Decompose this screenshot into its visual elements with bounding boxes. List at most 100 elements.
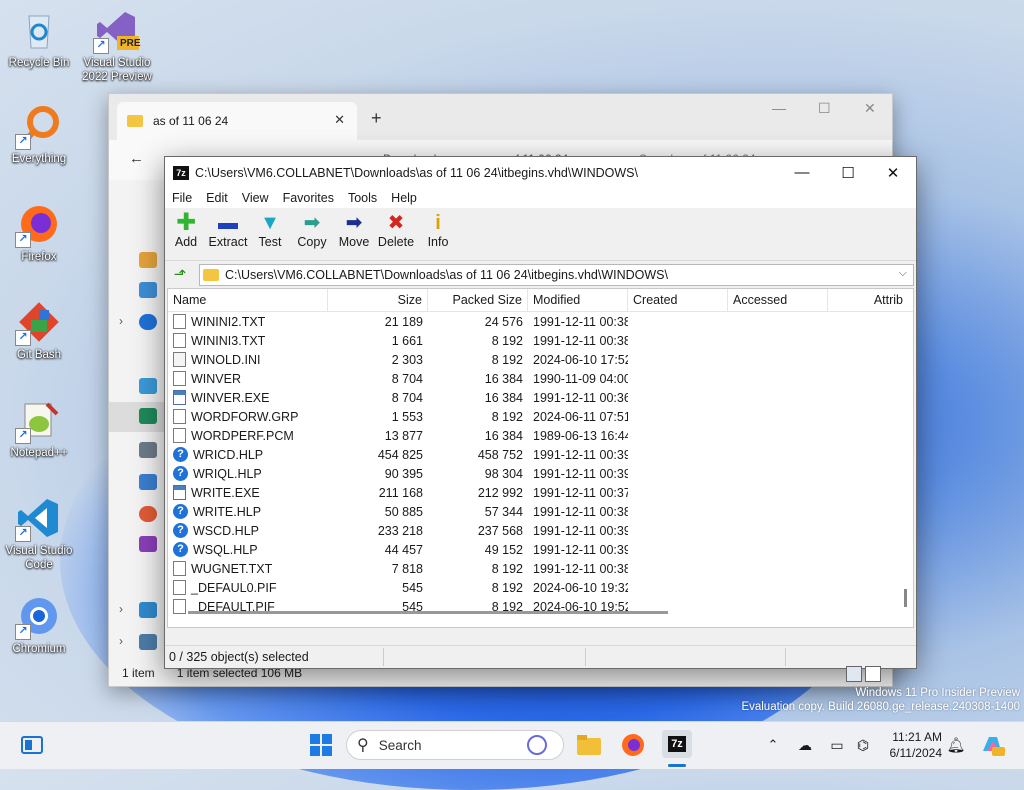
minimize-icon[interactable]: — [772,100,786,116]
file-row[interactable]: WININI2.TXT 21 189 24 576 1991-12-11 00:38 [168,312,913,331]
desktop-icon-firefox[interactable]: ↗ Firefox [1,202,77,264]
maximize-button[interactable]: ☐ [825,157,871,188]
desktop-icon-visual-studio-code[interactable]: ↗ Visual Studio Code [1,496,77,572]
chevron-down-icon[interactable]: ⌵ [899,267,907,280]
cloud-offline-icon[interactable]: ☁ [794,732,816,758]
file-row[interactable]: ? WRITE.HLP 50 885 57 344 1991-12-11 00:38 [168,502,913,521]
desktop-icon-notepad-plus-plus[interactable]: ↗ Notepad++ [1,398,77,460]
menu-favorites[interactable]: Favorites [276,191,341,205]
copy-button[interactable]: ➡ Copy [291,208,333,260]
close-button[interactable]: ✕ [870,157,916,188]
delete-button[interactable]: ✖ Delete [375,208,417,260]
tiles-view-icon[interactable] [865,666,881,682]
desktop-icon-recycle-bin[interactable]: Recycle Bin [1,8,77,70]
file-row[interactable]: _DEFAUL0.PIF 545 8 192 2024-06-10 19:32 [168,578,913,597]
help-file-icon: ? [173,447,188,462]
desktop-icon-everything[interactable]: ↗ Everything [1,104,77,166]
text-file-icon [173,371,186,386]
close-tab-icon[interactable]: ✕ [334,112,345,128]
downloads-icon[interactable] [139,408,157,424]
onedrive-icon[interactable] [139,314,157,330]
file-row[interactable]: ? WSQL.HLP 44 457 49 152 1991-12-11 00:39 [168,540,913,559]
home-icon[interactable] [139,252,157,268]
horizontal-scrollbar[interactable] [188,611,668,614]
file-row[interactable]: ? WRIQL.HLP 90 395 98 304 1991-12-11 00:39 [168,464,913,483]
menu-view[interactable]: View [235,191,276,205]
file-row[interactable]: WRITE.EXE 211 168 212 992 1991-12-11 00:37 [168,483,913,502]
file-row[interactable]: WORDPERF.PCM 13 877 16 384 1989-06-13 16:44 [168,426,913,445]
file-name: WINVER [191,371,241,386]
desktop-icon-visual-studio-2022-preview[interactable]: PRE ↗ Visual Studio 2022 Preview [79,8,155,84]
documents-icon[interactable] [139,442,157,458]
column-modified[interactable]: Modified [528,289,628,311]
menu-edit[interactable]: Edit [199,191,235,205]
widgets-icon[interactable] [20,732,44,758]
start-windows-icon[interactable] [308,732,334,758]
column-created[interactable]: Created [628,289,728,311]
file-explorer-taskbar-icon[interactable] [576,732,602,758]
music-icon[interactable] [139,506,157,522]
gallery-icon[interactable] [139,282,157,298]
new-tab-icon[interactable]: + [371,108,382,129]
explorer-navigation-pane[interactable]: › › › [109,180,165,660]
up-folder-icon[interactable]: ⬏ [169,265,191,285]
file-row[interactable]: WUGNET.TXT 7 818 8 192 1991-12-11 00:38 [168,559,913,578]
pictures-icon[interactable] [139,474,157,490]
move-button[interactable]: ➡ Move [333,208,375,260]
firefox-taskbar-icon[interactable] [620,732,646,758]
explorer-titlebar[interactable]: as of 11 06 24 ✕ + — ☐ ✕ [109,94,892,140]
column-packed-size[interactable]: Packed Size [428,289,528,311]
this-pc-icon[interactable] [139,602,157,618]
chevron-right-icon[interactable]: › [119,602,123,616]
evaluation-watermark: Windows 11 Pro Insider Preview Evaluatio… [741,687,1020,713]
network-icon[interactable] [139,634,157,650]
desktop-icon-git-bash[interactable]: ↗ Git Bash [1,300,77,362]
column-name[interactable]: Name [168,289,328,311]
file-modified: 2024-06-10 17:52 [533,352,628,367]
menu-file[interactable]: File [165,191,199,205]
column-size[interactable]: Size [328,289,428,311]
desktop-icon-chromium[interactable]: ↗ Chromium [1,594,77,656]
7zip-window[interactable]: 7z C:\Users\VM6.COLLABNET\Downloads\as o… [164,156,917,669]
clock[interactable]: 11:21 AM 6/11/2024 [880,729,943,761]
notification-bell-icon[interactable]: 🔔︎ [946,732,966,758]
column-accessed[interactable]: Accessed [728,289,828,311]
details-view-icon[interactable] [846,666,862,682]
file-row[interactable]: WORDFORW.GRP 1 553 8 192 2024-06-11 07:51 [168,407,913,426]
chevron-right-icon[interactable]: › [119,314,123,328]
vertical-scrollbar[interactable] [904,589,907,607]
7zip-taskbar-icon[interactable]: 7z [662,730,692,758]
column-attrib[interactable]: Attrib [828,289,908,311]
info-button[interactable]: i Info [417,208,459,260]
file-row[interactable]: WINOLD.INI 2 303 8 192 2024-06-10 17:52 [168,350,913,369]
settings-file-icon [173,352,186,367]
file-row[interactable]: WINVER.EXE 8 704 16 384 1991-12-11 00:36 [168,388,913,407]
copilot-icon[interactable] [978,732,1006,758]
menu-help[interactable]: Help [384,191,424,205]
file-row[interactable]: WINVER 8 704 16 384 1990-11-09 04:00 [168,369,913,388]
network-icon[interactable]: ⌬ [852,732,874,758]
explorer-tab[interactable]: as of 11 06 24 ✕ [117,102,357,140]
chevron-up-icon[interactable]: ⌃ [764,732,782,758]
file-list[interactable]: Name Size Packed Size Modified Created A… [167,288,914,628]
extract-button[interactable]: ▬ Extract [207,208,249,260]
display-icon[interactable]: ▭ [826,732,848,758]
minimize-button[interactable]: — [779,157,825,188]
file-name: WININI3.TXT [191,333,266,348]
test-button[interactable]: ▼ Test [249,208,291,260]
chevron-right-icon[interactable]: › [119,634,123,648]
back-arrow-icon[interactable]: ← [129,150,144,167]
file-size: 13 877 [384,428,423,443]
7zip-titlebar[interactable]: 7z C:\Users\VM6.COLLABNET\Downloads\as o… [165,157,916,188]
videos-icon[interactable] [139,536,157,552]
taskbar-search-input[interactable]: ⚲ Search [346,730,564,760]
maximize-icon[interactable]: ☐ [818,100,831,117]
file-row[interactable]: ? WSCD.HLP 233 218 237 568 1991-12-11 00:39 [168,521,913,540]
file-row[interactable]: ? WRICD.HLP 454 825 458 752 1991-12-11 00:39 [168,445,913,464]
desktop-folder-icon[interactable] [139,378,157,394]
menu-tools[interactable]: Tools [341,191,384,205]
add-button[interactable]: ✚ Add [165,208,207,260]
address-bar[interactable]: C:\Users\VM6.COLLABNET\Downloads\as of 1… [199,264,914,286]
file-row[interactable]: WININI3.TXT 1 661 8 192 1991-12-11 00:38 [168,331,913,350]
close-icon[interactable]: ✕ [864,100,876,117]
